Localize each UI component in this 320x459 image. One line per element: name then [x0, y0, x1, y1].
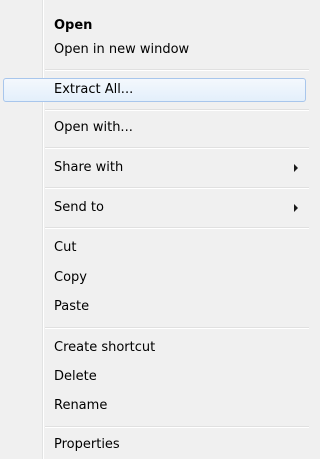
menu-item-paste[interactable]: Paste — [3, 295, 306, 319]
submenu-arrow-icon — [294, 204, 298, 212]
menu-item-label: Create shortcut — [54, 340, 156, 355]
menu-item-open-in-new-window[interactable]: Open in new window — [3, 38, 306, 62]
menu-item-label: Properties — [54, 437, 120, 452]
menu-item-copy[interactable]: Copy — [3, 266, 306, 290]
menu-item-share-with[interactable]: Share with — [3, 156, 306, 180]
menu-separator — [45, 227, 309, 229]
menu-item-create-shortcut[interactable]: Create shortcut — [3, 336, 306, 360]
menu-item-label: Extract All... — [54, 82, 134, 97]
menu-item-label: Share with — [54, 160, 124, 175]
menu-item-open[interactable]: Open — [3, 14, 306, 38]
menu-item-label: Copy — [54, 270, 87, 285]
menu-item-rename[interactable]: Rename — [3, 394, 306, 418]
menu-item-delete[interactable]: Delete — [3, 365, 306, 389]
menu-item-label: Open — [54, 18, 93, 33]
menu-item-properties[interactable]: Properties — [3, 433, 306, 457]
menu-separator — [45, 147, 309, 149]
menu-item-label: Open with... — [54, 120, 133, 135]
menu-item-extract-all[interactable]: Extract All... — [3, 78, 306, 102]
menu-separator — [45, 426, 309, 428]
menu-item-send-to[interactable]: Send to — [3, 196, 306, 220]
menu-item-label: Delete — [54, 369, 97, 384]
menu-separator — [45, 69, 309, 71]
context-menu: Open Open in new window Extract All... O… — [0, 0, 309, 459]
icon-gutter-divider — [42, 0, 44, 459]
menu-separator — [45, 109, 309, 111]
menu-item-open-with[interactable]: Open with... — [3, 116, 306, 140]
menu-separator — [45, 327, 309, 329]
menu-item-label: Send to — [54, 200, 104, 215]
menu-item-label: Paste — [54, 299, 90, 314]
submenu-arrow-icon — [294, 164, 298, 172]
menu-item-label: Open in new window — [54, 42, 190, 57]
menu-item-label: Cut — [54, 240, 77, 255]
menu-separator — [45, 187, 309, 189]
menu-item-label: Rename — [54, 398, 108, 413]
menu-item-cut[interactable]: Cut — [3, 236, 306, 260]
